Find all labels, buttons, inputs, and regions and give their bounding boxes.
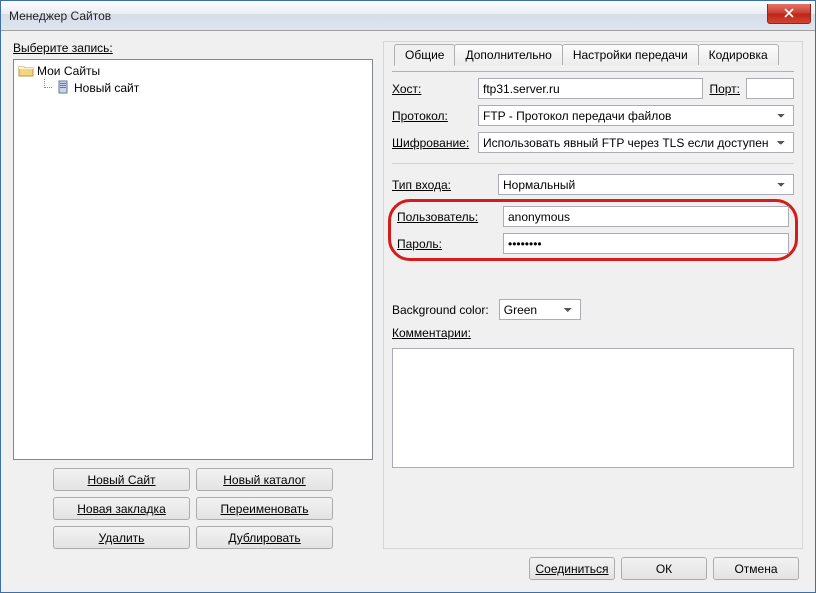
host-label: Хост:	[392, 82, 472, 96]
encryption-select[interactable]: Использовать явный FTP через TLS если до…	[478, 132, 794, 153]
tab-charset[interactable]: Кодировка	[698, 44, 779, 65]
tab-transfer[interactable]: Настройки передачи	[562, 44, 699, 65]
close-icon	[784, 8, 794, 18]
new-site-button[interactable]: Новый Сайт	[53, 468, 190, 491]
tree-connector-icon	[38, 79, 52, 96]
password-input[interactable]	[503, 233, 789, 254]
protocol-row: Протокол: FTP - Протокол передачи файлов	[392, 105, 794, 126]
right-panel: Общие Дополнительно Настройки передачи К…	[383, 41, 803, 549]
tab-general-body: Хост: Порт: Протокол: FTP - Протокол пер…	[392, 71, 794, 540]
delete-button[interactable]: Удалить	[53, 526, 190, 549]
window-title: Менеджер Сайтов	[9, 9, 767, 23]
comments-textarea[interactable]	[392, 348, 794, 468]
tree-item-new-site[interactable]: Новый сайт	[16, 79, 370, 96]
password-label: Пароль:	[397, 237, 497, 251]
user-input[interactable]	[503, 206, 789, 227]
close-button[interactable]	[767, 4, 811, 24]
dialog-body: Выберите запись: Мои Сайты Новый сайт Но…	[1, 31, 815, 592]
host-input[interactable]	[478, 78, 703, 99]
tree-root[interactable]: Мои Сайты	[16, 62, 370, 79]
ok-button[interactable]: ОК	[621, 557, 707, 580]
password-row: Пароль:	[397, 233, 789, 254]
host-row: Хост: Порт:	[392, 78, 794, 99]
connect-button[interactable]: Соединиться	[529, 557, 615, 580]
port-label: Порт:	[709, 82, 740, 96]
encryption-label: Шифрование:	[392, 136, 472, 150]
bgcolor-label: Background color:	[392, 303, 489, 317]
logon-select[interactable]: Нормальный	[498, 174, 794, 195]
port-input[interactable]	[746, 78, 794, 99]
tab-strip: Общие Дополнительно Настройки передачи К…	[394, 44, 794, 65]
logon-row: Тип входа: Нормальный	[392, 174, 794, 195]
server-icon	[55, 80, 71, 96]
left-panel: Выберите запись: Мои Сайты Новый сайт Но…	[13, 41, 373, 549]
spacer	[392, 265, 794, 293]
protocol-select[interactable]: FTP - Протокол передачи файлов	[478, 105, 794, 126]
new-folder-button[interactable]: Новый каталог	[196, 468, 333, 491]
credentials-highlight: Пользователь: Пароль:	[388, 199, 798, 261]
user-row: Пользователь:	[397, 206, 789, 227]
folder-icon	[18, 63, 34, 79]
comments-label: Комментарии:	[392, 326, 794, 340]
tab-advanced[interactable]: Дополнительно	[454, 44, 562, 65]
site-tree[interactable]: Мои Сайты Новый сайт	[13, 59, 373, 460]
user-label: Пользователь:	[397, 210, 497, 224]
tree-item-label: Новый сайт	[74, 81, 139, 95]
tab-general[interactable]: Общие	[394, 44, 455, 66]
rename-button[interactable]: Переименовать	[196, 497, 333, 520]
titlebar[interactable]: Менеджер Сайтов	[1, 1, 815, 31]
cancel-button[interactable]: Отмена	[713, 557, 799, 580]
duplicate-button[interactable]: Дублировать	[196, 526, 333, 549]
select-entry-label: Выберите запись:	[13, 41, 373, 55]
new-bookmark-button[interactable]: Новая закладка	[53, 497, 190, 520]
bgcolor-row: Background color: Green	[392, 299, 794, 320]
site-manager-window: Менеджер Сайтов Выберите запись: Мои Сай…	[0, 0, 816, 593]
tree-root-label: Мои Сайты	[37, 64, 100, 78]
protocol-label: Протокол:	[392, 109, 472, 123]
separator	[392, 163, 794, 164]
encryption-row: Шифрование: Использовать явный FTP через…	[392, 132, 794, 153]
left-buttons: Новый Сайт Новый каталог Новая закладка …	[13, 468, 373, 549]
footer-buttons: Соединиться ОК Отмена	[13, 557, 803, 580]
bgcolor-select[interactable]: Green	[499, 299, 581, 320]
top-area: Выберите запись: Мои Сайты Новый сайт Но…	[13, 41, 803, 549]
logon-label: Тип входа:	[392, 178, 492, 192]
